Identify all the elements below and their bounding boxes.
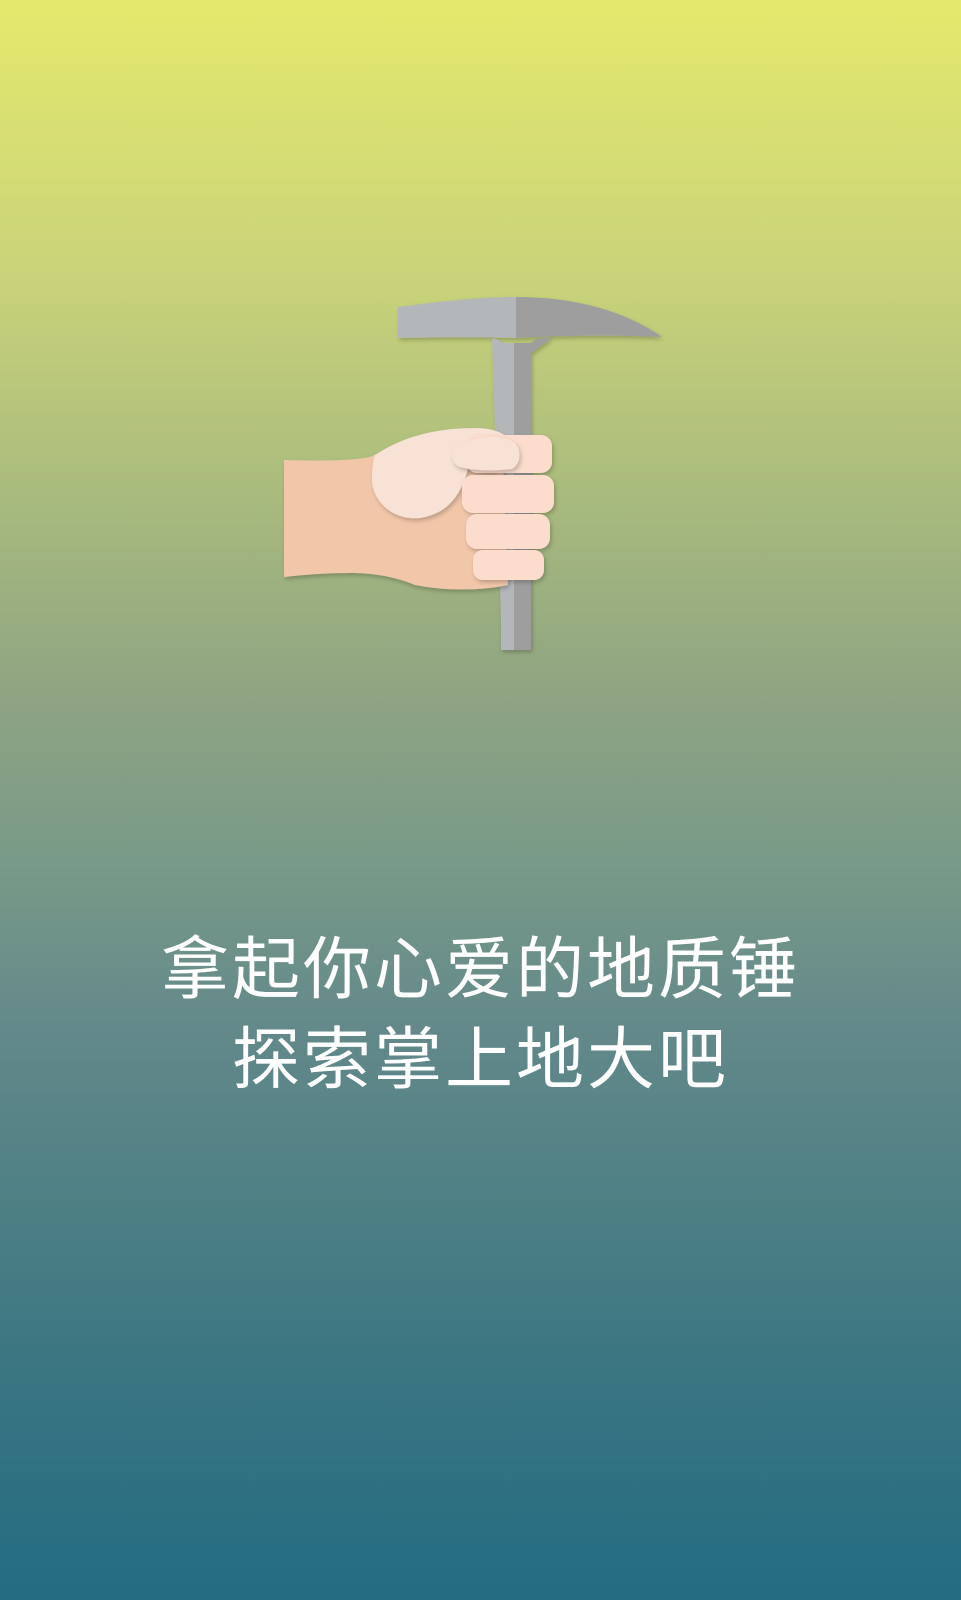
slogan-line-1: 拿起你心爱的地质锤	[160, 931, 800, 1010]
splash-screen: 拿起你心爱的地质锤 探索掌上地大吧	[0, 0, 961, 1600]
hand-holding-hammer-icon	[280, 285, 680, 660]
slogan-line-2: 探索掌上地大吧	[231, 1021, 729, 1100]
